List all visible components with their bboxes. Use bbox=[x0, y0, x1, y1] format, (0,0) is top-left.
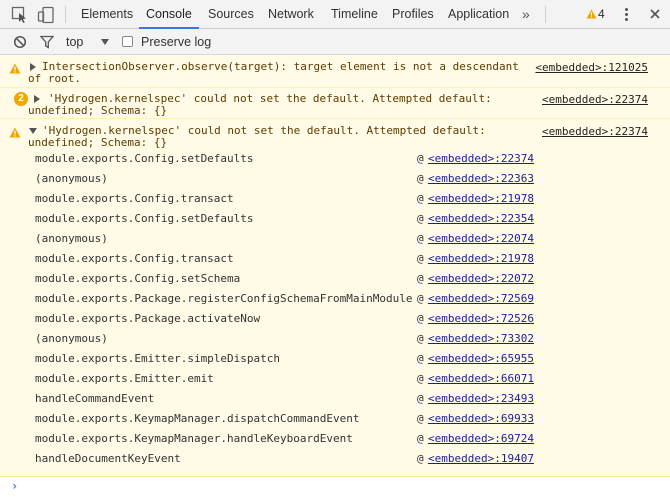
collapse-triangle-icon[interactable] bbox=[29, 128, 37, 134]
frame-at: @ bbox=[417, 352, 424, 365]
tab-application[interactable]: Application bbox=[448, 0, 509, 28]
toolbar-divider bbox=[65, 6, 66, 23]
console-toolbar: top Preserve log bbox=[0, 29, 670, 55]
clear-console-icon[interactable] bbox=[13, 35, 27, 49]
tab-network[interactable]: Network bbox=[268, 0, 314, 28]
expand-triangle-icon[interactable] bbox=[34, 95, 40, 103]
frame-function: module.exports.Config.setDefaults bbox=[35, 152, 254, 165]
frame-at: @ bbox=[417, 412, 424, 425]
console-warning-message-expanded[interactable]: 'Hydrogen.kernelspec' could not set the … bbox=[0, 119, 670, 477]
message-source-link[interactable]: <embedded>:22374 bbox=[542, 93, 648, 106]
frame-at: @ bbox=[417, 372, 424, 385]
message-source-link[interactable]: <embedded>:121025 bbox=[535, 61, 648, 74]
frame-function: module.exports.Emitter.simpleDispatch bbox=[35, 352, 281, 365]
context-selector[interactable]: top bbox=[66, 33, 83, 51]
frame-function: handleCommandEvent bbox=[35, 392, 155, 405]
console-warning-message[interactable]: IntersectionObserver.observe(target): ta… bbox=[0, 55, 670, 88]
frame-source-link[interactable]: <embedded>:72569 bbox=[428, 292, 534, 306]
console-prompt-icon[interactable]: › bbox=[11, 479, 18, 493]
warning-icon bbox=[9, 63, 21, 74]
frame-function: module.exports.KeymapManager.handleKeybo… bbox=[35, 432, 353, 445]
frame-at: @ bbox=[417, 212, 424, 225]
message-text-continued: of root. bbox=[28, 72, 81, 85]
expand-triangle-icon[interactable] bbox=[30, 63, 36, 71]
frame-source-link[interactable]: <embedded>:23493 bbox=[428, 392, 534, 406]
message-text-continued: undefined; Schema: {} bbox=[28, 104, 168, 117]
dropdown-arrow-icon[interactable] bbox=[101, 39, 109, 45]
preserve-log-checkbox[interactable] bbox=[122, 36, 133, 47]
frame-function: module.exports.Config.transact bbox=[35, 192, 234, 205]
frame-at: @ bbox=[417, 152, 424, 165]
close-icon[interactable] bbox=[647, 6, 663, 22]
frame-source-link[interactable]: <embedded>:69933 bbox=[428, 412, 534, 426]
message-source-link[interactable]: <embedded>:22374 bbox=[542, 125, 648, 138]
console-panel: IntersectionObserver.observe(target): ta… bbox=[0, 55, 670, 497]
frame-at: @ bbox=[417, 172, 424, 185]
frame-at: @ bbox=[417, 432, 424, 445]
frame-source-link[interactable]: <embedded>:21978 bbox=[428, 252, 534, 266]
frame-source-link[interactable]: <embedded>:22074 bbox=[428, 232, 534, 246]
preserve-log-label: Preserve log bbox=[141, 35, 212, 49]
frame-function: (anonymous) bbox=[35, 232, 108, 245]
frame-source-link[interactable]: <embedded>:21978 bbox=[428, 192, 534, 206]
frame-at: @ bbox=[417, 292, 424, 305]
frame-at: @ bbox=[417, 192, 424, 205]
frame-function: module.exports.KeymapManager.dispatchCom… bbox=[35, 412, 360, 425]
frame-source-link[interactable]: <embedded>:19407 bbox=[428, 452, 534, 466]
frame-at: @ bbox=[417, 392, 424, 405]
frame-function: module.exports.Config.transact bbox=[35, 252, 234, 265]
frame-source-link[interactable]: <embedded>:72526 bbox=[428, 312, 534, 326]
repeat-count-badge: 2 bbox=[14, 92, 28, 106]
warning-icon bbox=[9, 127, 21, 138]
frame-source-link[interactable]: <embedded>:66071 bbox=[428, 372, 534, 386]
more-tabs-button[interactable]: » bbox=[522, 0, 530, 28]
frame-source-link[interactable]: <embedded>:73302 bbox=[428, 332, 534, 346]
frame-at: @ bbox=[417, 272, 424, 285]
more-menu-icon[interactable] bbox=[620, 8, 632, 22]
frame-source-link[interactable]: <embedded>:22072 bbox=[428, 272, 534, 286]
frame-at: @ bbox=[417, 452, 424, 465]
frame-source-link[interactable]: <embedded>:69724 bbox=[428, 432, 534, 446]
frame-at: @ bbox=[417, 332, 424, 345]
tab-console[interactable]: Console bbox=[139, 0, 199, 29]
frame-at: @ bbox=[417, 232, 424, 245]
tab-sources[interactable]: Sources bbox=[208, 0, 254, 28]
toolbar-divider bbox=[545, 6, 546, 23]
message-text-continued: undefined; Schema: {} bbox=[28, 136, 168, 149]
frame-source-link[interactable]: <embedded>:22374 bbox=[428, 152, 534, 166]
frame-function: module.exports.Emitter.emit bbox=[35, 372, 214, 385]
frame-source-link[interactable]: <embedded>:22363 bbox=[428, 172, 534, 186]
filter-icon[interactable] bbox=[39, 35, 55, 49]
frame-source-link[interactable]: <embedded>:22354 bbox=[428, 212, 534, 226]
frame-at: @ bbox=[417, 252, 424, 265]
tab-elements[interactable]: Elements bbox=[81, 0, 133, 28]
frame-source-link[interactable]: <embedded>:65955 bbox=[428, 352, 534, 366]
tab-profiles[interactable]: Profiles bbox=[392, 0, 434, 28]
frame-function: (anonymous) bbox=[35, 172, 108, 185]
frame-function: (anonymous) bbox=[35, 332, 108, 345]
inspect-element-icon[interactable] bbox=[11, 6, 29, 24]
message-text: IntersectionObserver.observe(target): ta… bbox=[42, 60, 519, 73]
frame-function: module.exports.Config.setDefaults bbox=[35, 212, 254, 225]
warning-counter[interactable]: 4 bbox=[586, 7, 614, 22]
console-warning-message[interactable]: 2 'Hydrogen.kernelspec' could not set th… bbox=[0, 88, 670, 119]
device-toolbar-icon[interactable] bbox=[37, 6, 55, 24]
frame-function: module.exports.Config.setSchema bbox=[35, 272, 241, 285]
frame-function: module.exports.Package.registerConfigSch… bbox=[35, 292, 413, 305]
devtools-tab-bar: Elements Console Sources Network Timelin… bbox=[0, 0, 670, 29]
tab-timeline[interactable]: Timeline bbox=[331, 0, 378, 28]
warning-icon bbox=[586, 9, 597, 19]
frame-function: handleDocumentKeyEvent bbox=[35, 452, 181, 465]
frame-function: module.exports.Package.activateNow bbox=[35, 312, 261, 325]
frame-at: @ bbox=[417, 312, 424, 325]
warning-count: 4 bbox=[598, 7, 605, 21]
